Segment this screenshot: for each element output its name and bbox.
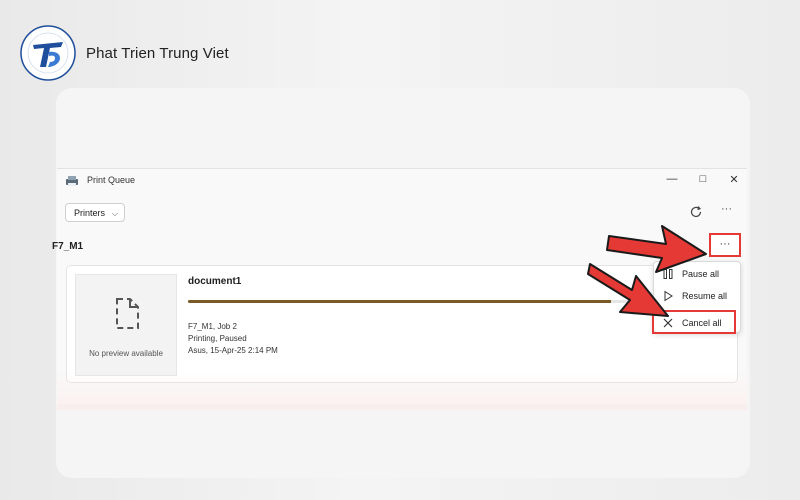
ttv-logo-icon [20,25,76,81]
toolbar-more-button[interactable]: ··· [721,203,732,215]
document-name: document1 [188,276,242,287]
job-status-line: Printing, Paused [188,334,247,343]
close-button[interactable]: ✕ [727,173,741,186]
window-title: Print Queue [87,175,136,185]
printer-name: F7_M1 [52,241,84,252]
minimize-button[interactable]: — [665,173,679,185]
refresh-icon[interactable] [689,205,703,219]
chevron-down-icon: ⌵ [111,209,118,218]
job-owner-time-line: Asus, 15-Apr-25 2:14 PM [188,346,278,355]
menu-item-label: Resume all [682,291,728,301]
printer-app-icon [66,176,78,186]
maximize-button[interactable]: □ [696,173,710,185]
menu-item-label: Cancel all [682,318,722,328]
printer-more-button[interactable]: ··· [709,233,741,257]
document-preview: No preview available [75,274,177,376]
print-progress-fill [188,300,611,303]
annotation-arrow-down-right [587,263,669,317]
printers-dropdown[interactable]: Printers ⌵ [65,203,125,222]
document-dashed-icon [116,298,139,329]
brand-name: Phat Trien Trung Viet [86,44,229,62]
title-bar: Print Queue — □ ✕ [57,169,747,191]
job-printer-line: F7_M1, Job 2 [188,322,237,331]
no-preview-text: No preview available [89,349,163,358]
printers-dropdown-label: Printers [74,208,106,218]
brand-header: Phat Trien Trung Viet [20,25,229,81]
